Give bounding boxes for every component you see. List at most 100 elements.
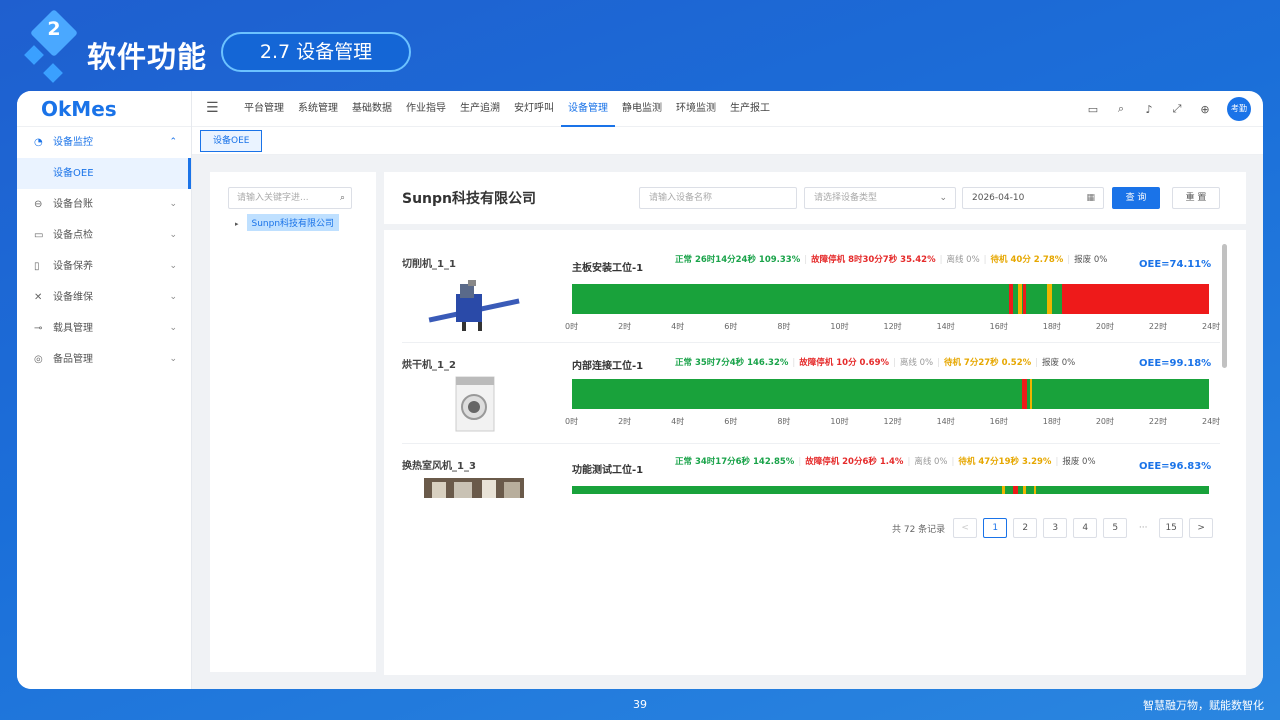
tree-node-label: Sunpn科技有限公司 (246, 214, 340, 231)
page-button[interactable]: 5 (1103, 518, 1128, 538)
status-scrap: 报废 0% (1062, 457, 1096, 467)
device-list: 切削机_1_1 主板安装工位-1 正常 26时14分24秒 109.33% | 故障停机… (402, 242, 1220, 508)
sidebar-item-6[interactable]: ◎ 备品管理 ⌄ (17, 344, 191, 375)
device-row[interactable]: 换热室风机_1_3 功能测试工位-1 正常 34时17分6秒 142.85% | 故障停… (402, 444, 1220, 508)
device-row[interactable]: 切削机_1_1 主板安装工位-1 正常 26时14分24秒 109.33% | 故障停机… (402, 242, 1220, 343)
reset-button[interactable]: 重 置 (1172, 187, 1220, 209)
sidebar-item-0[interactable]: ◔ 设备监控 ⌃ (17, 127, 191, 158)
oee-value: OEE=74.11% (1139, 259, 1212, 270)
separator: | (907, 457, 911, 467)
nav-tab-1[interactable]: 系统管理 (291, 91, 345, 127)
axis-tick-label: 10时 (830, 417, 849, 426)
list-scrollbar[interactable] (1222, 244, 1227, 368)
ledger-icon: ⊖ (34, 199, 43, 210)
date-picker[interactable]: 2026-04-10 ▦ (962, 187, 1104, 209)
axis-tick-label: 20时 (1095, 417, 1115, 426)
device-name: 换热室风机_1_3 (402, 461, 476, 472)
section-number: 2 (47, 18, 61, 40)
tree-search-input[interactable]: 请输入关键字进... ⌕ (228, 187, 352, 209)
status-normal: 正常 26时14分24秒 109.33% (675, 255, 801, 265)
sidebar-item-label: 载具管理 (53, 323, 93, 334)
status-fault: 故障停机 8时30分7秒 35.42% (811, 255, 936, 265)
oee-value: OEE=96.83% (1139, 461, 1212, 472)
nav-tab-7[interactable]: 静电监测 (615, 91, 669, 127)
axis-tick-label: 8时 (777, 417, 791, 426)
separator: | (1067, 255, 1071, 265)
axis-tick-label: 14时 (936, 322, 955, 331)
device-type-select[interactable]: 请选择设备类型 ⌄ (804, 187, 956, 209)
search-icon[interactable]: ⌕ (1115, 102, 1127, 116)
nav-tab-0[interactable]: 平台管理 (237, 91, 291, 127)
device-name-placeholder: 请输入设备名称 (649, 193, 713, 203)
chevron-down-icon: ⌄ (169, 354, 177, 364)
content-area: 请输入关键字进... ⌕ ▸ Sunpn科技有限公司 Sunpn科技有限公司 请输… (192, 155, 1263, 689)
sidebar-item-4[interactable]: ✕ 设备维保 ⌄ (17, 282, 191, 313)
status-normal: 正常 34时17分6秒 142.85% (675, 457, 795, 467)
sidebar-subitem-device-oee[interactable]: 设备OEE (17, 158, 191, 189)
sidebar-item-3[interactable]: ▯ 设备保养 ⌄ (17, 251, 191, 282)
query-button[interactable]: 查 询 (1112, 187, 1160, 209)
last-page-button[interactable]: 15 (1159, 518, 1184, 538)
sidebar-item-label: 备品管理 (53, 354, 93, 365)
nav-tab-4[interactable]: 生产追溯 (453, 91, 507, 127)
menu-collapse-icon[interactable]: ☰ (206, 100, 219, 116)
nav-tab-8[interactable]: 环境监测 (669, 91, 723, 127)
separator: | (939, 255, 943, 265)
axis-tick-label: 0时 (565, 417, 579, 426)
device-name: 烘干机_1_2 (402, 360, 456, 371)
axis-tick-label: 18时 (1042, 417, 1061, 426)
fullscreen-icon[interactable]: ⤢ (1171, 102, 1183, 116)
axis-tick-label: 10时 (830, 322, 849, 331)
device-row[interactable]: 烘干机_1_2 内部连接工位-1 正常 35时7分4秒 146.32% | 故障停机 1… (402, 343, 1220, 444)
caret-right-icon[interactable]: ▸ (235, 220, 239, 228)
total-records: 共 72 条记录 (892, 524, 946, 535)
status-wait: 待机 40分 2.78% (990, 255, 1064, 265)
page-button[interactable]: 1 (983, 518, 1008, 538)
timeline-segment-fault (1008, 284, 1013, 314)
axis-tick-label: 20时 (1095, 322, 1115, 331)
status-fault: 故障停机 10分 0.69% (799, 358, 890, 368)
separator: | (1055, 457, 1059, 467)
bell-icon[interactable]: ♪ (1143, 103, 1155, 116)
sidebar-item-label: 设备点检 (53, 230, 93, 241)
language-globe-icon[interactable]: ⊕ (1199, 103, 1211, 116)
nav-tools: ▭ ⌕ ♪ ⤢ ⊕ 考勤 (1087, 91, 1251, 127)
nav-tab-3[interactable]: 作业指导 (399, 91, 453, 127)
device-type-placeholder: 请选择设备类型 (814, 193, 878, 203)
company-title: Sunpn科技有限公司 (402, 191, 537, 207)
monitor-icon: ◔ (34, 137, 43, 148)
page-button[interactable]: 2 (1013, 518, 1038, 538)
open-tags-bar: 设备OEE (192, 127, 1263, 155)
monitor-screen-icon[interactable]: ▭ (1087, 103, 1099, 116)
user-avatar[interactable]: 考勤 (1227, 97, 1251, 121)
separator: | (1035, 358, 1038, 368)
nav-tab-9[interactable]: 生产报工 (723, 91, 777, 127)
more-pages-icon[interactable]: ··· (1133, 523, 1153, 533)
nav-tab-6[interactable]: 设备管理 (561, 91, 615, 127)
sidebar-item-2[interactable]: ▭ 设备点检 ⌄ (17, 220, 191, 251)
page-button[interactable]: 4 (1073, 518, 1098, 538)
filter-bar: Sunpn科技有限公司 请输入设备名称 请选择设备类型 ⌄ 2026-04-10… (384, 172, 1246, 224)
device-name-input[interactable]: 请输入设备名称 (639, 187, 797, 209)
tag-device-oee[interactable]: 设备OEE (200, 130, 263, 152)
prev-page-button[interactable]: < (953, 518, 978, 538)
sidebar-item-5[interactable]: ⊸ 载具管理 ⌄ (17, 313, 191, 344)
nav-tab-5[interactable]: 安灯呼叫 (507, 91, 561, 127)
separator: | (792, 358, 796, 368)
tree-node-company[interactable]: ▸ Sunpn科技有限公司 (235, 214, 340, 231)
status-timeline-bar (572, 486, 1209, 494)
sidebar-item-1[interactable]: ⊖ 设备台账 ⌄ (17, 189, 191, 220)
page-button[interactable]: 3 (1043, 518, 1068, 538)
timeline-segment-wait (1023, 486, 1026, 494)
search-icon[interactable]: ⌕ (340, 188, 345, 208)
next-page-button[interactable]: > (1189, 518, 1214, 538)
date-value: 2026-04-10 (972, 193, 1025, 203)
sidebar-item-label: 设备台账 (53, 199, 93, 210)
chevron-down-icon: ⌄ (169, 261, 177, 271)
section-badge: 2 (24, 8, 84, 86)
sidebar-menu: ◔ 设备监控 ⌃ 设备OEE ⊖ 设备台账 ⌄ ▭ 设备点检 ⌄ ▯ 设备保养 ⌄ ✕ 设备维保 ⌄ ⊸ 载具管理… (17, 127, 191, 375)
slide-page-number: 39 (633, 698, 647, 711)
status-summary: 正常 35时7分4秒 146.32% | 故障停机 10分 0.69% | 离线 0% |… (675, 357, 1115, 370)
nav-tab-2[interactable]: 基础数据 (345, 91, 399, 127)
app-logo: OkMes (17, 91, 191, 127)
